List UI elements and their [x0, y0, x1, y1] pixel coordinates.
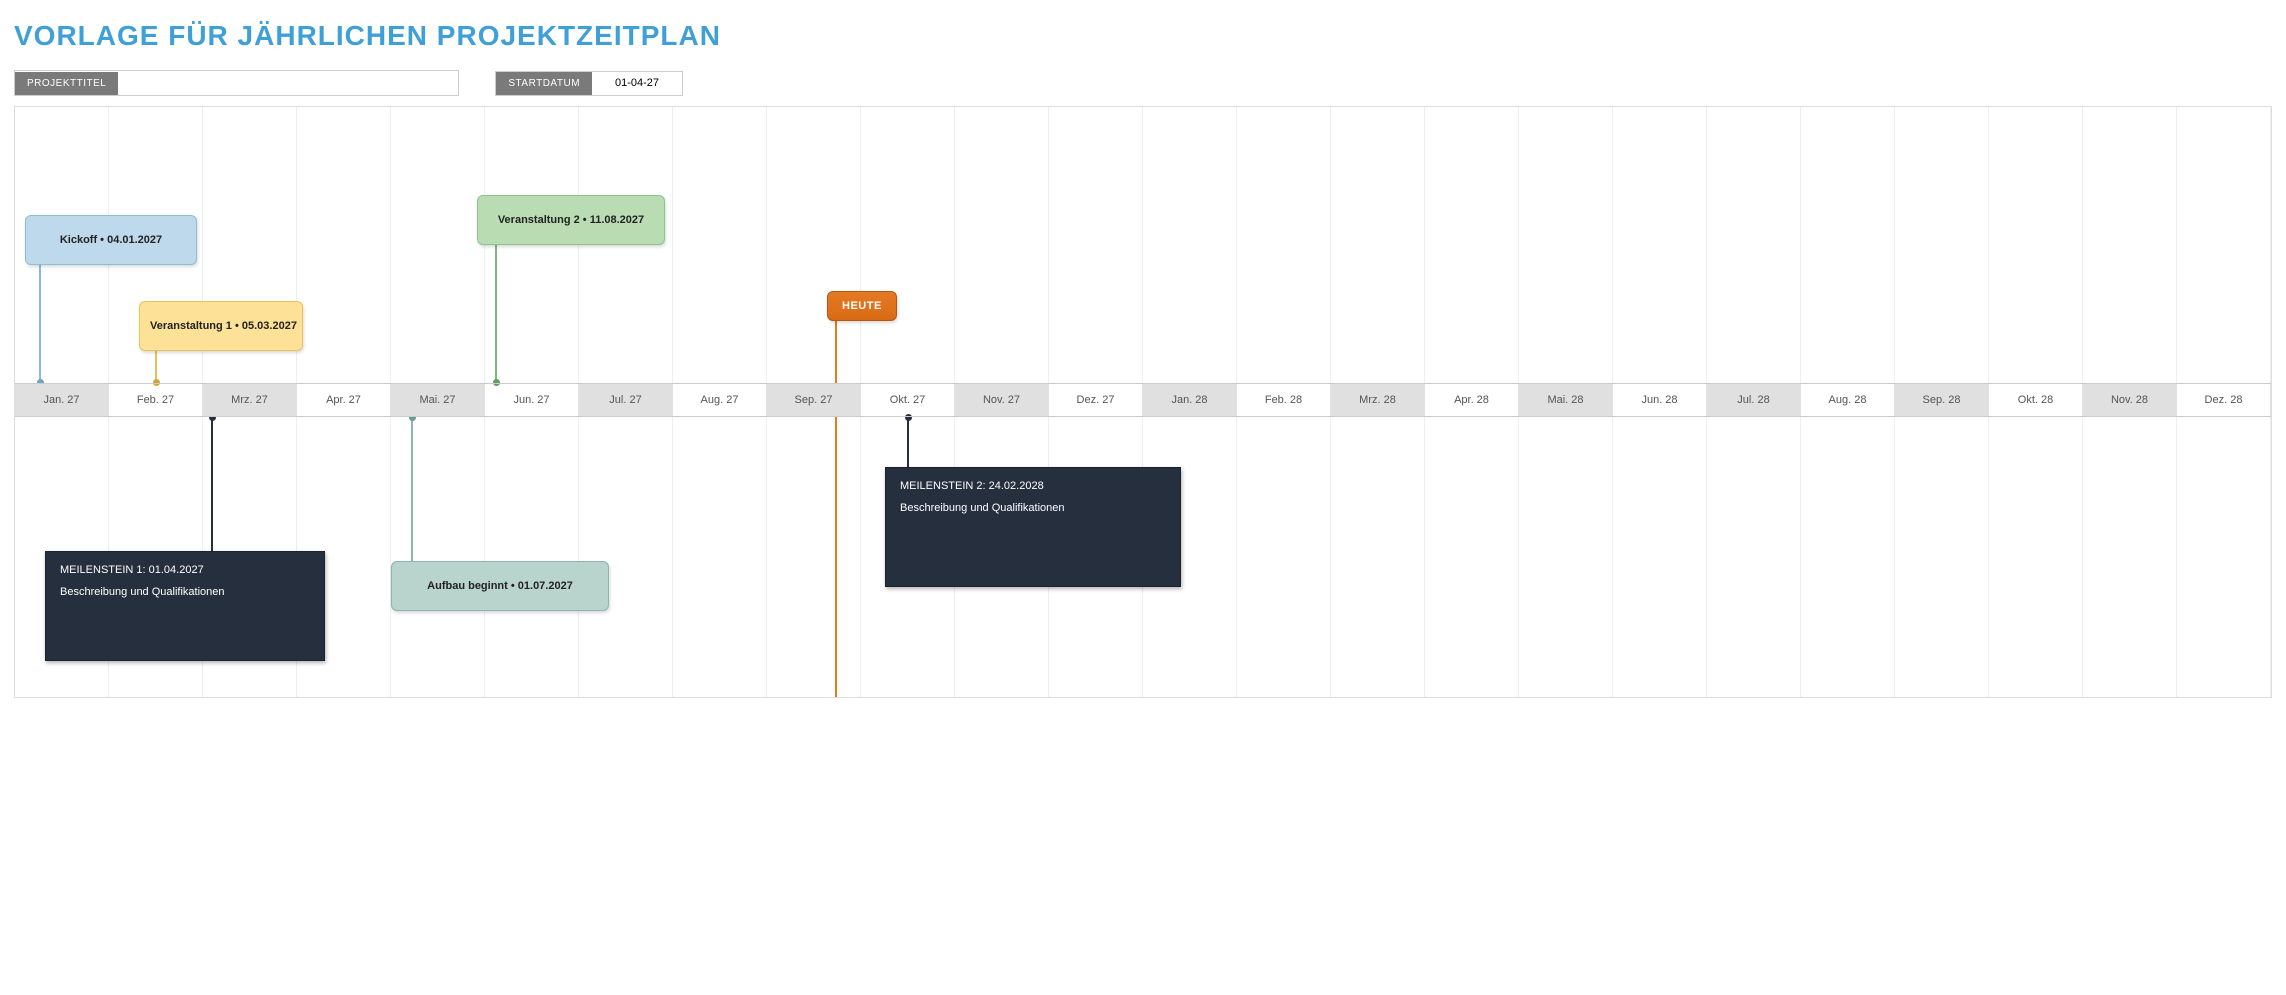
month-cell: Feb. 28 — [1237, 384, 1331, 416]
month-cell: Sep. 27 — [767, 384, 861, 416]
month-cell: Sep. 28 — [1895, 384, 1989, 416]
month-cell: Jun. 28 — [1613, 384, 1707, 416]
month-cell: Mai. 28 — [1519, 384, 1613, 416]
month-cell: Feb. 27 — [109, 384, 203, 416]
project-title-field: PROJEKTTITEL — [14, 70, 459, 96]
month-cell: Jan. 28 — [1143, 384, 1237, 416]
today-marker: HEUTE — [827, 291, 897, 321]
event-v1: Veranstaltung 1 • 05.03.2027 — [139, 301, 303, 351]
milestone-1-desc: Beschreibung und Qualifikationen — [60, 586, 310, 598]
month-cell: Jan. 27 — [15, 384, 109, 416]
month-cell: Nov. 27 — [955, 384, 1049, 416]
month-cell: Mrz. 28 — [1331, 384, 1425, 416]
month-cell: Mrz. 27 — [203, 384, 297, 416]
month-cell: Jul. 27 — [579, 384, 673, 416]
connector-v2 — [495, 237, 497, 383]
event-v2: Veranstaltung 2 • 11.08.2027 — [477, 195, 665, 245]
header-fields: PROJEKTTITEL STARTDATUM 01-04-27 — [14, 70, 2272, 96]
connector-aufbau — [411, 417, 413, 563]
project-title-label: PROJEKTTITEL — [15, 72, 118, 95]
event-kickoff: Kickoff • 04.01.2027 — [25, 215, 197, 265]
connector-today — [835, 317, 837, 698]
connector-kickoff — [39, 262, 41, 383]
milestone-2: MEILENSTEIN 2: 24.02.2028 Beschreibung u… — [885, 467, 1181, 587]
month-cell: Dez. 28 — [2177, 384, 2271, 416]
start-date-value: 01-04-27 — [592, 73, 682, 93]
milestone-1: MEILENSTEIN 1: 01.04.2027 Beschreibung u… — [45, 551, 325, 661]
month-axis: Jan. 27Feb. 27Mrz. 27Apr. 27Mai. 27Jun. … — [15, 383, 2271, 417]
start-date-field: STARTDATUM 01-04-27 — [495, 71, 683, 96]
month-cell: Okt. 28 — [1989, 384, 2083, 416]
page-title: VORLAGE FÜR JÄHRLICHEN PROJEKTZEITPLAN — [14, 20, 2272, 52]
start-date-label: STARTDATUM — [496, 72, 592, 95]
milestone-2-title: MEILENSTEIN 2: 24.02.2028 — [900, 480, 1166, 492]
milestone-2-desc: Beschreibung und Qualifikationen — [900, 502, 1166, 514]
month-cell: Mai. 27 — [391, 384, 485, 416]
connector-m1 — [211, 417, 213, 553]
month-cell: Nov. 28 — [2083, 384, 2177, 416]
month-cell: Apr. 28 — [1425, 384, 1519, 416]
month-cell: Jul. 28 — [1707, 384, 1801, 416]
month-cell: Apr. 27 — [297, 384, 391, 416]
timeline-chart: Kickoff • 04.01.2027 Veranstaltung 1 • 0… — [14, 106, 2272, 698]
project-title-input[interactable] — [118, 71, 458, 95]
month-cell: Aug. 27 — [673, 384, 767, 416]
connector-v1 — [155, 347, 157, 383]
event-aufbau: Aufbau beginnt • 01.07.2027 — [391, 561, 609, 611]
month-cell: Jun. 27 — [485, 384, 579, 416]
milestone-1-title: MEILENSTEIN 1: 01.04.2027 — [60, 564, 310, 576]
month-cell: Dez. 27 — [1049, 384, 1143, 416]
connector-m2 — [907, 417, 909, 469]
month-cell: Aug. 28 — [1801, 384, 1895, 416]
month-cell: Okt. 27 — [861, 384, 955, 416]
